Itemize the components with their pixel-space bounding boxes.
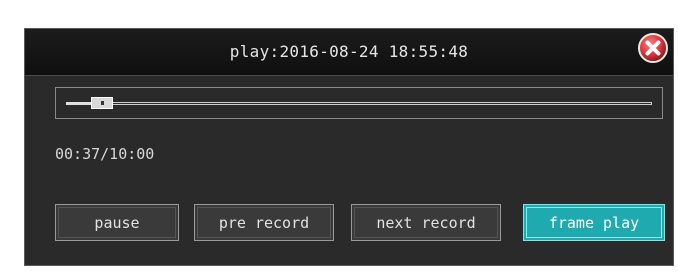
frame-play-button-label: frame play xyxy=(526,207,662,238)
next-record-button[interactable]: next record xyxy=(351,204,501,241)
pre-record-button-label: pre record xyxy=(197,207,331,238)
pre-record-button[interactable]: pre record xyxy=(194,204,334,241)
pause-button[interactable]: pause xyxy=(55,204,179,241)
pause-button-label: pause xyxy=(58,207,176,238)
slider-track xyxy=(66,102,652,105)
next-record-button-label: next record xyxy=(354,207,498,238)
title-bar: play:2016-08-24 18:55:48 xyxy=(25,29,673,76)
playback-dialog: play:2016-08-24 18:55:48 00:37/10:00 pau… xyxy=(24,28,674,266)
progress-slider[interactable] xyxy=(55,87,663,119)
time-display: 00:37/10:00 xyxy=(55,145,155,163)
window-title: play:2016-08-24 18:55:48 xyxy=(229,42,469,61)
slider-thumb[interactable] xyxy=(91,97,114,109)
close-icon[interactable] xyxy=(637,32,669,64)
frame-play-button[interactable]: frame play xyxy=(523,204,665,241)
